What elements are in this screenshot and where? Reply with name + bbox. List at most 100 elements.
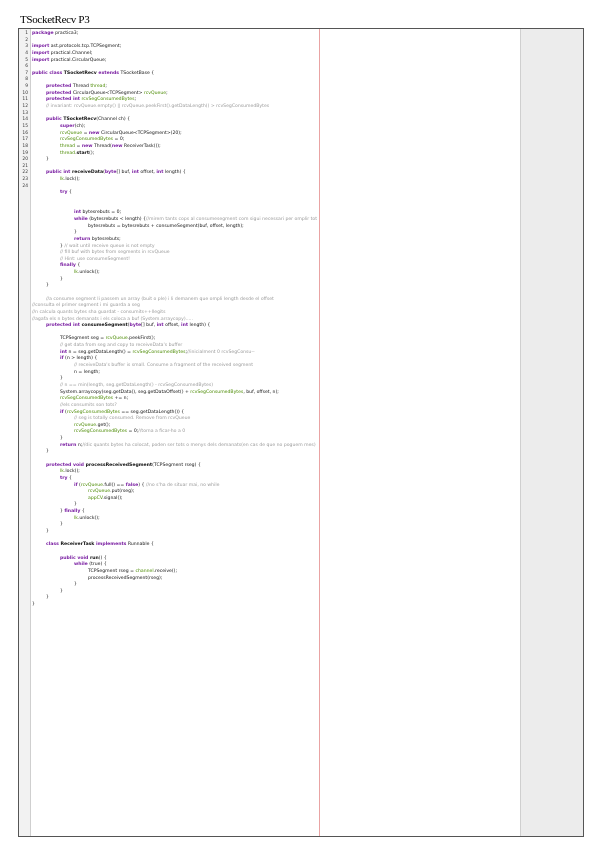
code-token: return — [74, 236, 91, 242]
code-line: } — [19, 595, 583, 602]
code-line: // Hint: use consumeSegment! — [19, 257, 583, 264]
code-line: int n = seg.getDataLength() = rcvSegCons… — [19, 350, 583, 357]
code-line: 19 thread.start(); — [19, 151, 583, 158]
code-token: //torna a ficar-ho a 0 — [138, 429, 186, 435]
code-token: start — [76, 150, 90, 156]
code-token: int — [156, 323, 164, 329]
code-token: [] buf, — [116, 170, 132, 176]
code-line: 24 — [19, 184, 583, 191]
code-token: super — [60, 123, 75, 129]
code-token: new — [81, 143, 93, 149]
code-token: new — [88, 130, 100, 136]
code-line: 20} — [19, 157, 583, 164]
code-token: TCPSegment rseg = — [88, 568, 136, 574]
code-token: //dic quants bytes ha colocat, poden ser… — [82, 442, 316, 448]
code-token: protected int — [46, 97, 80, 103]
code-line: 3 import ast.protocols.tcp.TCPSegment; — [19, 44, 583, 51]
code-line: lk.unlock(); — [19, 516, 583, 523]
code-token: // fill buf with bytes from segments in … — [60, 250, 170, 256]
code-token: extends — [98, 70, 120, 76]
code-token: = 0; — [113, 137, 125, 143]
code-token: //els consumits son tots? — [60, 402, 117, 408]
code-line: } — [19, 436, 583, 443]
code-token: //inicialment 0 rcvSegConsu-- — [187, 349, 255, 355]
code-token: } — [74, 502, 77, 508]
code-token: practical.CircularQueue; — [49, 57, 107, 63]
code-token: .signal(); — [102, 495, 123, 501]
code-lines: 1 package practica3; 2 3 import ast.protocol… — [19, 31, 583, 609]
code-token: thread — [60, 150, 76, 156]
code-line: bytesrebuts = bytesrebuts + consumeSegme… — [19, 224, 583, 231]
code-token: , buf, offset, n); — [243, 389, 279, 395]
code-token: ; — [134, 97, 137, 103]
code-token: { — [75, 263, 81, 269]
code-token: int — [181, 323, 189, 329]
code-token: practical.Channel; — [49, 50, 93, 56]
code-token: //mirem tants cops al consumesegment com… — [145, 216, 318, 222]
code-token: rcvQueue — [74, 422, 97, 428]
code-token: processReceivedSegment(rseg); — [88, 575, 163, 581]
code-token: import — [32, 44, 50, 50]
code-token: [] buf, — [141, 323, 157, 329]
code-token: int — [74, 210, 82, 216]
code-line: // n == min(length, seg.getDataLength() … — [19, 383, 583, 390]
code-editor: 1 package practica3; 2 3 import ast.protocol… — [18, 28, 584, 837]
code-token: //agafa els n bytes demanats i els coloc… — [32, 316, 193, 322]
code-token: while — [74, 216, 88, 222]
code-token: ReceiverTask()); — [122, 143, 161, 149]
code-line: 12// invariant: rcvQueue.empty() || rcvQ… — [19, 104, 583, 111]
code-token: byte — [129, 323, 142, 329]
code-token: Thread — [71, 84, 91, 90]
code-line: lk.lock(); — [19, 469, 583, 476]
code-token: } — [46, 529, 49, 535]
code-token: thread — [90, 84, 106, 90]
code-token: // receiveData's buffer is small. Consum… — [74, 363, 254, 369]
code-line: } — [19, 283, 583, 290]
code-line: protected int consumeSegment(byte[] buf,… — [19, 323, 583, 330]
code-token: int — [60, 349, 68, 355]
code-line: 18 thread = new Thread(new ReceiverTask()… — [19, 144, 583, 151]
code-token: } — [60, 436, 63, 442]
code-token: thread — [60, 143, 76, 149]
code-token: TSocketBase { — [119, 70, 155, 76]
code-token: rcvQueue — [80, 482, 103, 488]
code-token: (bytesrebuts < length) { — [87, 216, 146, 222]
code-token: .unlock(); — [77, 270, 100, 276]
code-token: } — [74, 230, 77, 236]
code-line: while (true) { — [19, 562, 583, 569]
code-token: } — [46, 595, 49, 601]
code-line: } — [19, 376, 583, 383]
code-token: rcvQueue — [60, 130, 83, 136]
code-token: bytesrebuts = bytesrebuts + consumeSegme… — [88, 223, 244, 229]
code-token: protected int — [46, 323, 80, 329]
code-token: Thread( — [92, 143, 112, 149]
document-title: TSocketRecv P3 — [20, 14, 90, 26]
code-line: 7 public class TSocketRecv extends TSocke… — [19, 71, 583, 78]
code-token: } — [60, 522, 63, 528]
code-token: implements — [95, 542, 127, 548]
code-token: // wait until receive queue is not empty — [64, 243, 155, 249]
code-token: import — [32, 57, 50, 63]
code-token: // seg is totally consumed. Remove from … — [74, 416, 191, 422]
code-token: finally — [60, 263, 76, 269]
code-line: 22 public int receiveData(byte[] buf, int… — [19, 170, 583, 177]
code-token: // Hint: use consumeSegment! — [60, 256, 130, 262]
code-token: { — [67, 475, 72, 481]
code-line: 15 super(ch); — [19, 124, 583, 131]
code-line: rcvSegConsumedBytes += n; — [19, 396, 583, 403]
code-token: offset, — [138, 170, 157, 176]
code-line: return bytesrebuts; — [19, 237, 583, 244]
code-token: appCV — [88, 495, 103, 501]
code-line: try { — [19, 476, 583, 483]
code-token: CircularQueue<TCPSegment>(20); — [99, 130, 182, 136]
code-token: //n calcula quants bytes sha guardat - c… — [32, 309, 166, 315]
code-token: rcvSegConsumedBytes — [81, 97, 135, 103]
code-token: bytesrebuts; — [90, 236, 121, 242]
code-token: Runnable { — [126, 542, 154, 548]
code-token: consumeSegment — [79, 323, 128, 329]
code-token: = 0; — [127, 429, 139, 435]
code-token: .get(); — [96, 422, 111, 428]
code-token: protected void — [46, 462, 84, 468]
